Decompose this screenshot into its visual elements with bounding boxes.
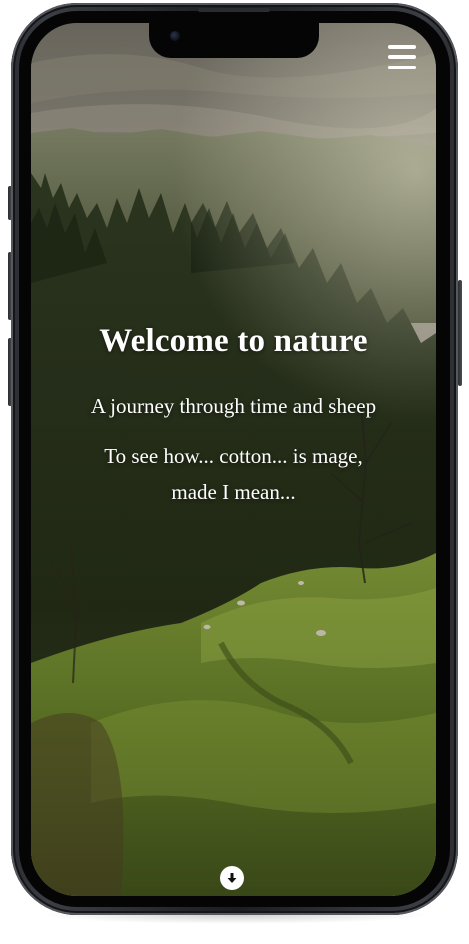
menu-button[interactable]: [388, 45, 416, 69]
hero-title: Welcome to nature: [99, 323, 368, 359]
menu-line: [388, 65, 416, 69]
earpiece-speaker: [198, 8, 270, 12]
menu-line: [388, 45, 416, 49]
power-button: [458, 280, 462, 386]
hero-section: Welcome to nature A journey through time…: [31, 323, 436, 510]
phone-screen: Welcome to nature A journey through time…: [31, 23, 436, 896]
menu-line: [388, 55, 416, 59]
device-stage: Welcome to nature A journey through time…: [0, 0, 469, 944]
hero-subtitle: To see how... cotton... is mage, made I …: [104, 444, 363, 504]
hero-tagline: A journey through time and sheep: [90, 394, 377, 418]
arrow-down-icon: [227, 873, 237, 883]
scroll-down-button[interactable]: [220, 866, 244, 890]
front-camera: [170, 31, 180, 41]
